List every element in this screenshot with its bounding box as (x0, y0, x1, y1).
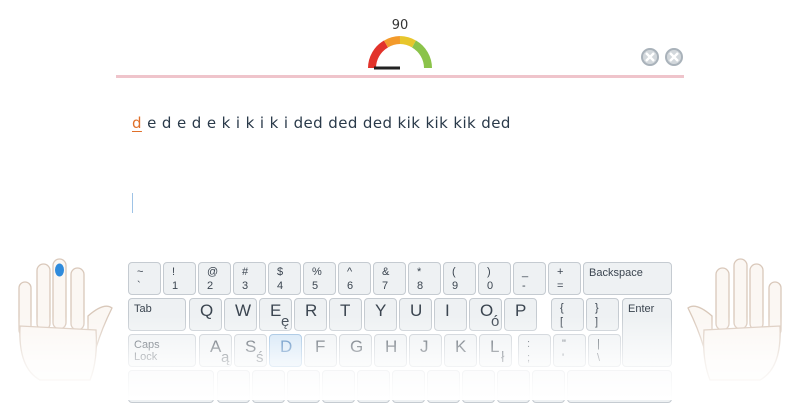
close-circle-icon (645, 52, 655, 62)
key-left-shift[interactable] (128, 370, 214, 403)
key-m[interactable] (427, 370, 460, 403)
key-u[interactable]: U (399, 298, 432, 331)
key-t[interactable]: T (329, 298, 362, 331)
key-z[interactable] (217, 370, 250, 403)
key-p[interactable]: P (504, 298, 537, 331)
key-caps-lock[interactable]: Caps Lock (128, 334, 196, 367)
key-q[interactable]: Q (189, 298, 222, 331)
speed-gauge: 90 (364, 12, 436, 72)
right-hand-icon (687, 258, 782, 381)
speed-gauge-icon (368, 36, 432, 70)
key-x[interactable] (252, 370, 285, 403)
key-f[interactable]: F (304, 334, 337, 367)
key-b[interactable] (357, 370, 390, 403)
key-backslash[interactable]: | \ (588, 334, 621, 367)
key-tab[interactable]: Tab (128, 298, 186, 331)
key-semicolon[interactable]: :; (518, 334, 551, 367)
key-v[interactable] (322, 370, 355, 403)
key-comma[interactable] (462, 370, 495, 403)
key-o[interactable]: Oó (469, 298, 502, 331)
key-6[interactable]: ^ 6 (338, 262, 371, 295)
key-h[interactable]: H (374, 334, 407, 367)
key-3[interactable]: #3 (233, 262, 266, 295)
key-j[interactable]: J (409, 334, 442, 367)
progress-divider (116, 75, 684, 78)
key-7[interactable]: & 7 (373, 262, 406, 295)
close-button-2[interactable] (665, 48, 683, 66)
virtual-keyboard: ~ ` ! 1 @2 #3 $4 % 5 ^ 6 & 7 * 8 (9 ) 0 _ - + = B… (128, 262, 672, 403)
key-0[interactable]: ) 0 (478, 262, 511, 295)
key-i[interactable]: I (434, 298, 467, 331)
key-k[interactable]: K (444, 334, 477, 367)
key-5[interactable]: % 5 (303, 262, 336, 295)
key-slash[interactable] (532, 370, 565, 403)
key-8[interactable]: * 8 (408, 262, 441, 295)
key-4[interactable]: $4 (268, 262, 301, 295)
key-y[interactable]: Y (364, 298, 397, 331)
close-circle-icon (669, 52, 679, 62)
key-equals[interactable]: + = (548, 262, 581, 295)
key-l[interactable]: Lł (479, 334, 512, 367)
lesson-text: d e d e d e k i k i k i ded ded ded kik … (132, 114, 511, 132)
key-r[interactable]: R (294, 298, 327, 331)
key-n[interactable] (392, 370, 425, 403)
key-backspace[interactable]: Backspace (583, 262, 672, 295)
key-s[interactable]: Sś (234, 334, 267, 367)
key-left-bracket[interactable]: {[ (551, 298, 584, 331)
key-right-bracket[interactable]: }] (586, 298, 619, 331)
key-quote[interactable]: " ' (553, 334, 586, 367)
left-hand-icon (18, 258, 113, 381)
key-a[interactable]: Aą (199, 334, 232, 367)
key-2[interactable]: @2 (198, 262, 231, 295)
current-letter: d (132, 114, 142, 132)
key-enter[interactable]: Enter (622, 298, 672, 367)
key-g[interactable]: G (339, 334, 372, 367)
remaining-text: e d e d e k i k i k i ded ded ded kik ki… (141, 114, 511, 132)
key-minus[interactable]: _ - (513, 262, 546, 295)
key-e[interactable]: Eę (259, 298, 292, 331)
left-middle-finger-marker (55, 263, 64, 277)
key-1[interactable]: ! 1 (163, 262, 196, 295)
key-d[interactable]: D (269, 334, 302, 367)
key-period[interactable] (497, 370, 530, 403)
key-right-shift[interactable] (567, 370, 672, 403)
key-c[interactable] (287, 370, 320, 403)
key-backtick[interactable]: ~ ` (128, 262, 161, 295)
close-button-1[interactable] (641, 48, 659, 66)
input-caret[interactable] (132, 193, 133, 213)
key-w[interactable]: W (224, 298, 257, 331)
key-9[interactable]: (9 (443, 262, 476, 295)
